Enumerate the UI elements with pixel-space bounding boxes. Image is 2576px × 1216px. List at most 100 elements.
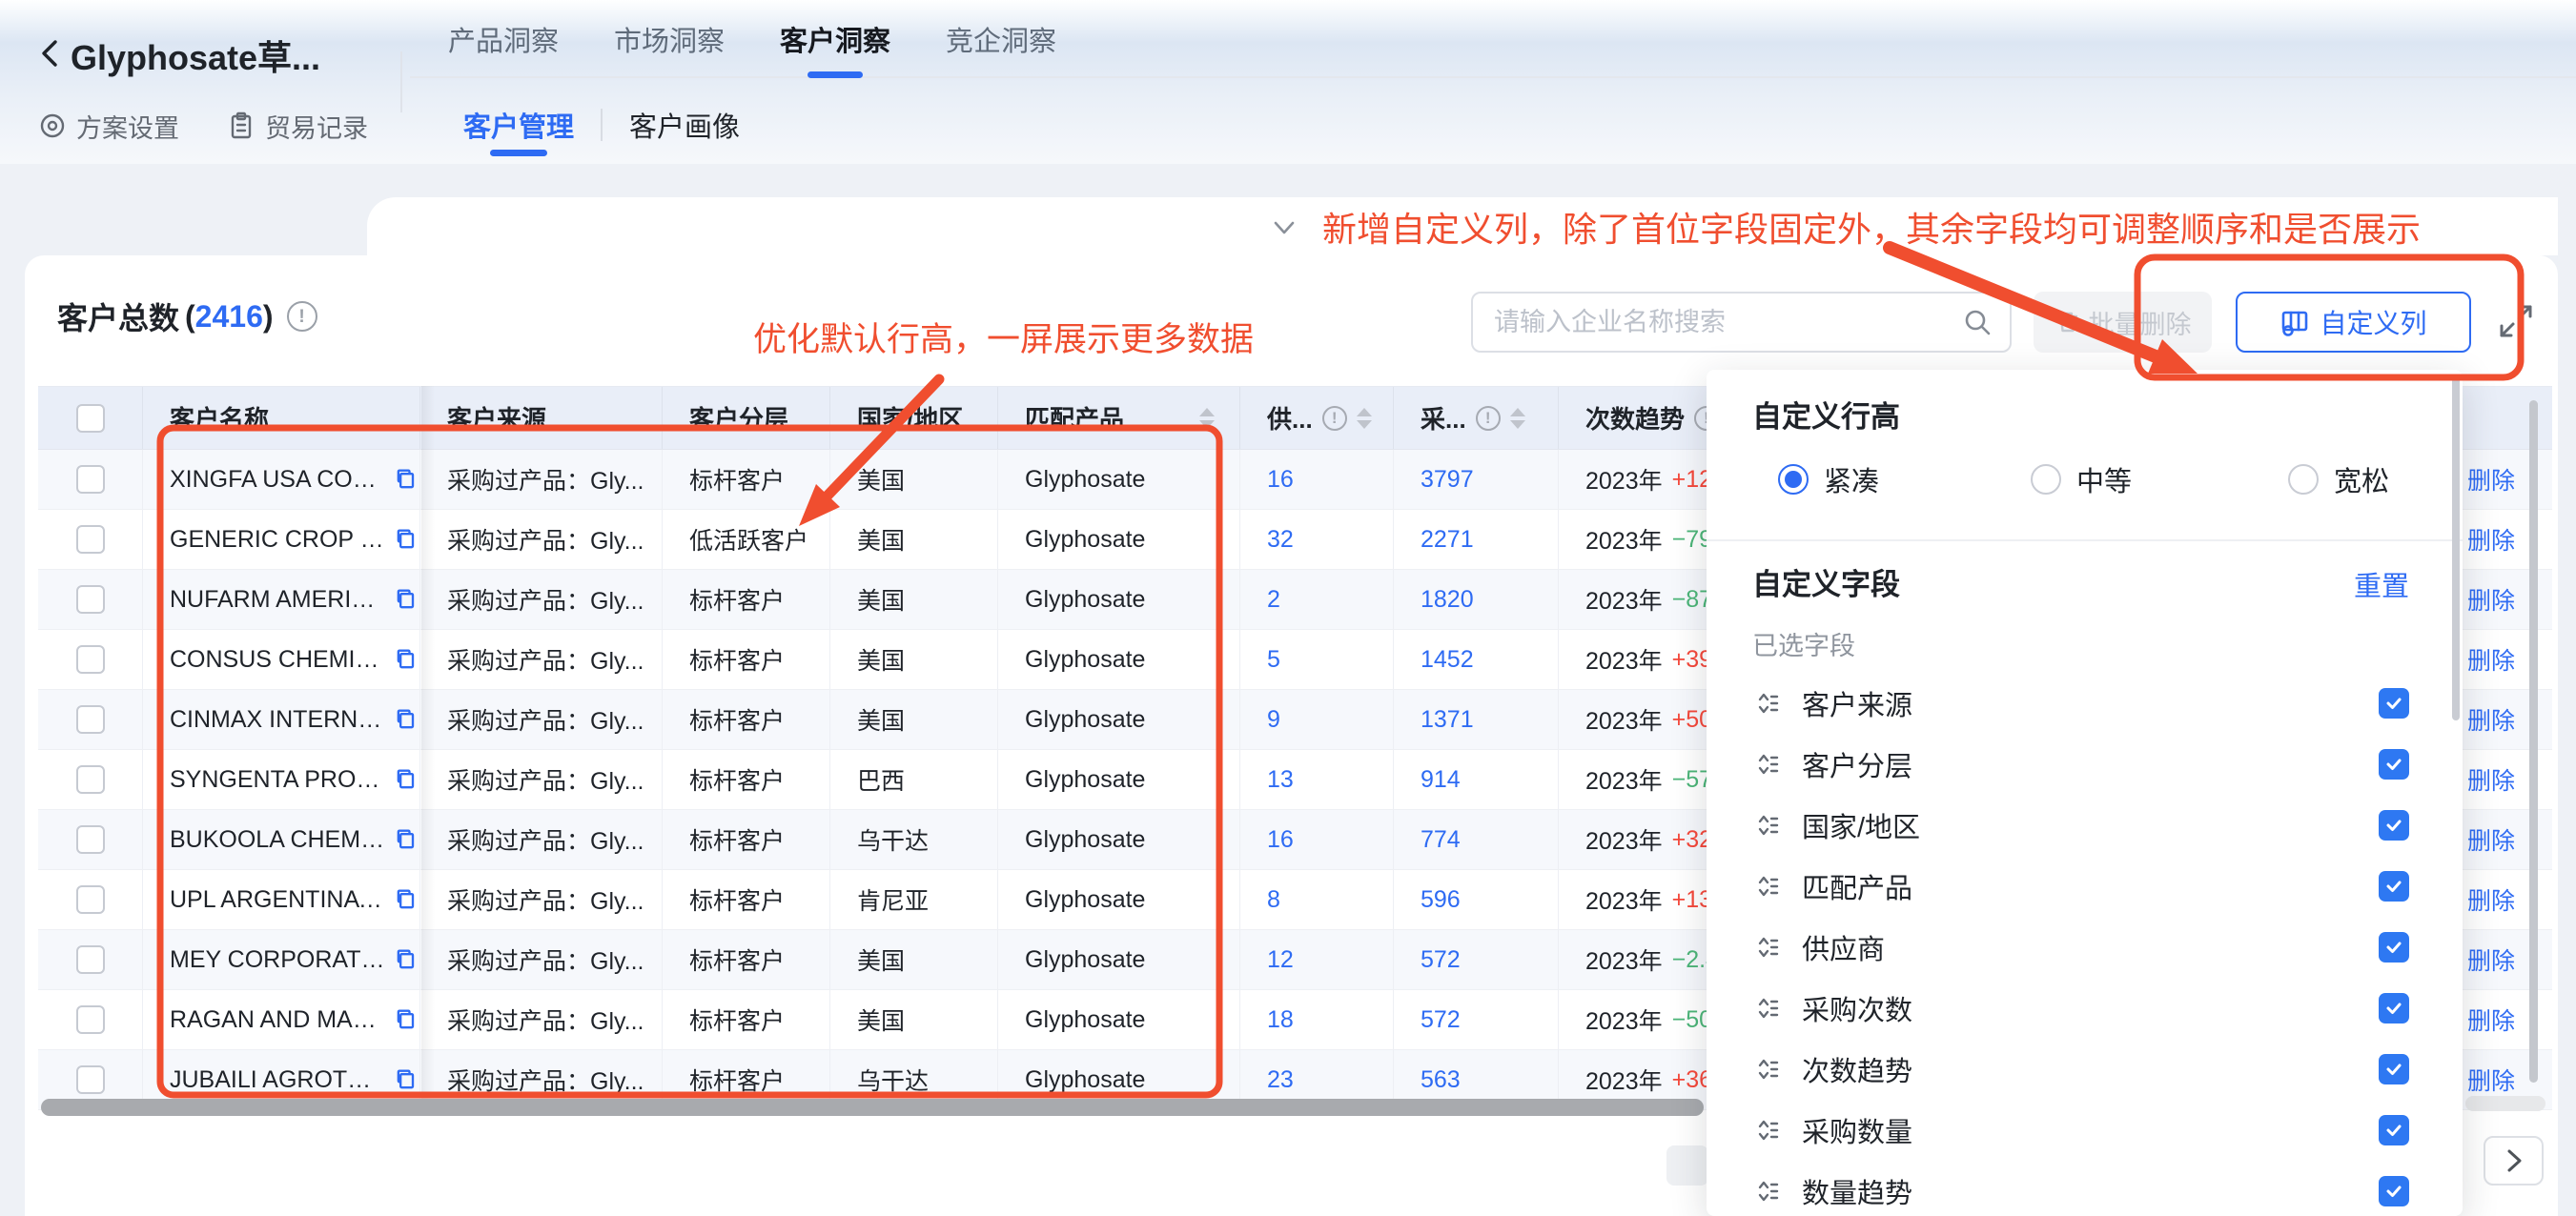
next-page-button[interactable] — [2484, 1136, 2544, 1186]
custom-columns-button[interactable]: 自定义列 — [2236, 292, 2471, 353]
purchases-count-link[interactable]: 2271 — [1394, 510, 1559, 569]
row-checkbox[interactable] — [76, 945, 105, 974]
suppliers-count-link[interactable]: 12 — [1240, 930, 1394, 989]
customer-name[interactable]: XINGFA USA CORPO — [170, 466, 385, 494]
delete-link[interactable]: 删除 — [2467, 522, 2515, 557]
row-checkbox[interactable] — [76, 1065, 105, 1094]
suppliers-count-link[interactable]: 16 — [1240, 450, 1394, 509]
info-icon[interactable]: ! — [287, 301, 317, 332]
field-checkbox[interactable] — [2379, 1176, 2409, 1206]
field-checkbox[interactable] — [2379, 993, 2409, 1023]
drag-handle-icon[interactable] — [1752, 811, 1781, 840]
delete-link[interactable]: 删除 — [2467, 462, 2515, 497]
purchases-count-link[interactable]: 1820 — [1394, 570, 1559, 629]
purchases-count-link[interactable]: 596 — [1394, 870, 1559, 929]
suppliers-count-link[interactable]: 2 — [1240, 570, 1394, 629]
delete-link[interactable]: 删除 — [2467, 882, 2515, 917]
row-checkbox[interactable] — [76, 525, 105, 554]
batch-delete-button[interactable]: 批量删除 — [2034, 292, 2212, 353]
suppliers-count-link[interactable]: 13 — [1240, 750, 1394, 809]
delete-link[interactable]: 删除 — [2467, 762, 2515, 797]
customer-name[interactable]: NUFARM AMERICAS, — [170, 586, 385, 614]
scheme-settings-button[interactable]: 方案设置 — [38, 108, 179, 145]
tab-customer-insight[interactable]: 客户洞察 — [776, 0, 894, 78]
row-checkbox[interactable] — [76, 825, 105, 854]
radio-loose[interactable]: 宽松 — [2288, 459, 2389, 499]
copy-icon[interactable] — [393, 1006, 419, 1033]
sort-carets-icon[interactable] — [1357, 408, 1372, 429]
delete-link[interactable]: 删除 — [2467, 582, 2515, 617]
delete-link[interactable]: 删除 — [2467, 822, 2515, 857]
field-checkbox[interactable] — [2379, 749, 2409, 780]
customer-name[interactable]: MEY CORPORATION — [170, 946, 385, 974]
customer-name[interactable]: BUKOOLA CHEMICA — [170, 826, 385, 854]
drag-handle-icon[interactable] — [1752, 1055, 1781, 1084]
customer-name[interactable]: RAGAN AND MASSE — [170, 1006, 385, 1034]
tab-customer-management[interactable]: 客户管理 — [463, 91, 574, 158]
customer-name[interactable]: JUBAILI AGROTEC LI — [170, 1066, 385, 1094]
sort-carets-icon[interactable] — [1510, 408, 1525, 429]
field-checkbox[interactable] — [2379, 871, 2409, 902]
copy-icon[interactable] — [393, 586, 419, 613]
reset-link[interactable]: 重置 — [2354, 564, 2409, 604]
purchases-count-link[interactable]: 3797 — [1394, 450, 1559, 509]
delete-link[interactable]: 删除 — [2467, 1003, 2515, 1037]
copy-icon[interactable] — [393, 946, 419, 973]
search-input[interactable] — [1473, 308, 1962, 337]
row-checkbox[interactable] — [76, 705, 105, 734]
row-checkbox[interactable] — [76, 465, 105, 494]
copy-icon[interactable] — [393, 466, 419, 493]
copy-icon[interactable] — [393, 886, 419, 913]
tab-market-insight[interactable]: 市场洞察 — [610, 0, 728, 78]
suppliers-count-link[interactable]: 9 — [1240, 690, 1394, 749]
drag-handle-icon[interactable] — [1752, 933, 1781, 962]
suppliers-count-link[interactable]: 5 — [1240, 630, 1394, 689]
copy-icon[interactable] — [393, 706, 419, 733]
field-checkbox[interactable] — [2379, 1115, 2409, 1145]
drag-handle-icon[interactable] — [1752, 1116, 1781, 1145]
drag-handle-icon[interactable] — [1752, 1177, 1781, 1206]
copy-icon[interactable] — [393, 1066, 419, 1093]
field-checkbox[interactable] — [2379, 810, 2409, 841]
info-icon[interactable]: ! — [1476, 406, 1501, 431]
purchases-count-link[interactable]: 572 — [1394, 990, 1559, 1049]
purchases-count-link[interactable]: 774 — [1394, 810, 1559, 869]
delete-link[interactable]: 删除 — [2467, 1063, 2515, 1097]
copy-icon[interactable] — [393, 526, 419, 553]
field-checkbox[interactable] — [2379, 932, 2409, 963]
drag-handle-icon[interactable] — [1752, 750, 1781, 779]
horizontal-scrollbar[interactable] — [41, 1099, 1704, 1116]
copy-icon[interactable] — [393, 826, 419, 853]
trade-records-button[interactable]: 贸易记录 — [227, 108, 368, 145]
collapse-chevron-icon[interactable] — [1271, 216, 1298, 239]
copy-icon[interactable] — [393, 646, 419, 673]
fullscreen-icon[interactable] — [2494, 299, 2538, 343]
customer-name[interactable]: SYNGENTA PROTEC — [170, 766, 385, 794]
header-checkbox[interactable] — [76, 404, 105, 433]
customer-name[interactable]: GENERIC CROP SCI — [170, 526, 385, 554]
customer-name[interactable]: CONSUS CHEMICAL — [170, 646, 385, 674]
back-icon[interactable] — [36, 36, 65, 71]
panel-scrollbar[interactable] — [2452, 377, 2460, 720]
delete-link[interactable]: 删除 — [2467, 942, 2515, 977]
purchases-count-link[interactable]: 572 — [1394, 930, 1559, 989]
suppliers-count-link[interactable]: 16 — [1240, 810, 1394, 869]
search-icon[interactable] — [1962, 307, 1993, 337]
field-checkbox[interactable] — [2379, 1054, 2409, 1084]
row-checkbox[interactable] — [76, 765, 105, 794]
drag-handle-icon[interactable] — [1752, 994, 1781, 1023]
purchases-count-link[interactable]: 1371 — [1394, 690, 1559, 749]
sort-carets-icon[interactable] — [1199, 408, 1215, 429]
row-checkbox[interactable] — [76, 885, 105, 914]
row-checkbox[interactable] — [76, 1005, 105, 1034]
delete-link[interactable]: 删除 — [2467, 642, 2515, 677]
purchases-count-link[interactable]: 1452 — [1394, 630, 1559, 689]
field-checkbox[interactable] — [2379, 688, 2409, 719]
delete-link[interactable]: 删除 — [2467, 702, 2515, 737]
purchases-count-link[interactable]: 914 — [1394, 750, 1559, 809]
tab-customer-profile[interactable]: 客户画像 — [629, 91, 740, 158]
suppliers-count-link[interactable]: 32 — [1240, 510, 1394, 569]
customer-name[interactable]: UPL ARGENTINA S. — [170, 886, 385, 914]
row-checkbox[interactable] — [76, 645, 105, 674]
tab-product-insight[interactable]: 产品洞察 — [444, 0, 562, 78]
